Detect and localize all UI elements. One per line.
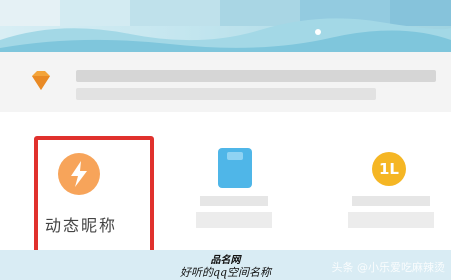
- selected-tile-highlight[interactable]: [34, 136, 154, 254]
- blurred-text: [76, 88, 376, 100]
- blurred-label: [352, 196, 430, 206]
- lightning-icon: [58, 153, 100, 195]
- blurred-label: [348, 212, 434, 228]
- dynamic-nickname-label: 动态昵称: [45, 216, 118, 235]
- watermark: 头条 @小乐爱吃麻辣烫: [331, 261, 446, 274]
- blurred-text: [76, 70, 436, 82]
- top-banner: [0, 0, 451, 52]
- phone-icon: [218, 148, 252, 188]
- blurred-label: [200, 196, 268, 206]
- coin-icon: 1L: [372, 152, 406, 186]
- info-row: [0, 52, 451, 112]
- diamond-icon: [28, 70, 54, 92]
- wave-decoration: [0, 18, 451, 52]
- blurred-label: [196, 212, 272, 228]
